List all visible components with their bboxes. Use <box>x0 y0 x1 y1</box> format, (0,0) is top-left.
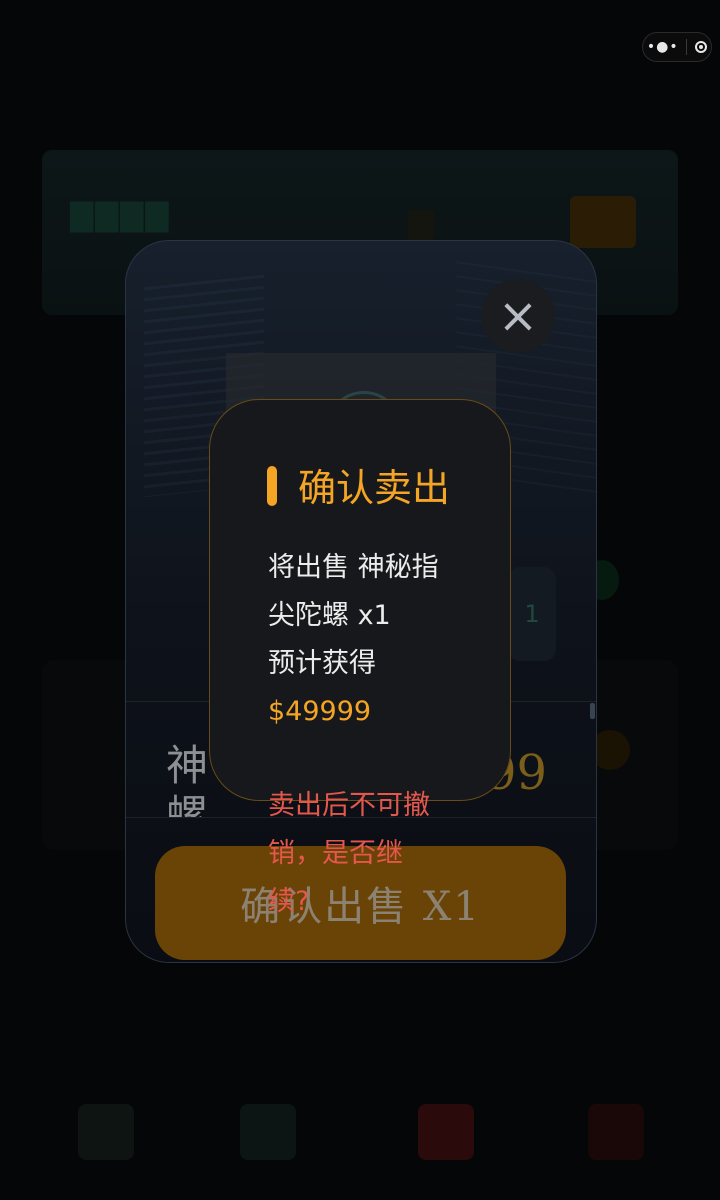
close-button[interactable]: × <box>481 279 555 353</box>
nav-shop-icon[interactable] <box>240 1104 296 1160</box>
warning-message: 卖出后不可撤 销，是否继 续? <box>268 782 458 926</box>
expected-price: $49999 <box>268 696 372 727</box>
more-dots-icon[interactable]: •●• <box>647 40 679 54</box>
message-line: 将出售 神秘指 <box>268 552 439 583</box>
background-chip <box>408 210 434 240</box>
target-icon[interactable] <box>695 41 708 53</box>
quantity-badge: 1 <box>508 567 556 661</box>
status-bar <box>30 45 170 65</box>
page: ▇▇▇▇ •●• 1 神 螺 99 × 确认出售 X1 确认卖出 将出售 神秘指… <box>0 0 720 1200</box>
warning-line: 续? <box>268 886 310 917</box>
background-button <box>570 196 636 248</box>
bottom-nav <box>0 1090 720 1180</box>
nav-home-icon[interactable] <box>78 1104 134 1160</box>
warning-line: 销，是否继 <box>268 838 403 869</box>
message-line: 预计获得 <box>268 648 376 679</box>
dialog-message: 将出售 神秘指 尖陀螺 x1 预计获得 $49999 <box>268 544 458 736</box>
capsule-menu[interactable]: •●• <box>642 32 712 62</box>
quantity-value: 1 <box>524 600 540 628</box>
warning-line: 卖出后不可撤 <box>268 790 430 821</box>
nav-profile-icon[interactable] <box>588 1104 644 1160</box>
nav-gift-icon[interactable] <box>418 1104 474 1160</box>
title-accent-bar <box>267 466 277 506</box>
capsule-divider <box>686 39 688 55</box>
dialog-title: 确认卖出 <box>298 466 451 510</box>
background-banner-title: ▇▇▇▇ <box>70 198 171 233</box>
product-name-line-2: 螺 <box>166 791 209 817</box>
message-line: 尖陀螺 x1 <box>268 600 391 631</box>
scrollbar[interactable] <box>590 703 595 719</box>
close-icon[interactable]: × <box>498 292 538 340</box>
